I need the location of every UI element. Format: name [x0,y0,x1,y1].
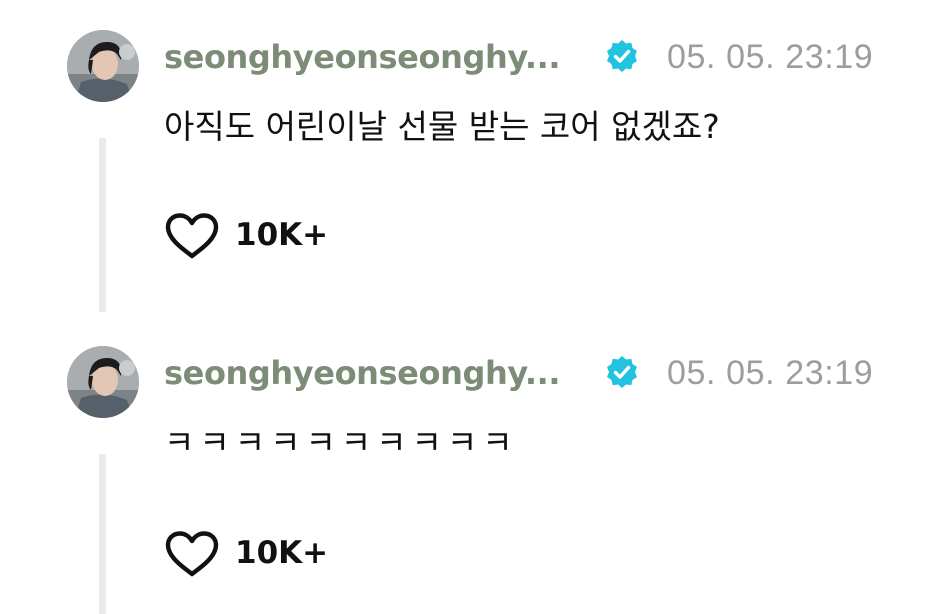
username[interactable]: seonghyeonseonghy... [164,34,561,80]
avatar-photo [67,30,139,102]
comment-text: ㅋㅋㅋㅋㅋㅋㅋㅋㅋㅋ [164,423,518,462]
timestamp: 05. 05. 23:19 [667,354,874,392]
comment-header: seonghyeonseonghy... 05. 05. 23:19 [164,350,924,396]
verified-badge-icon [605,39,639,73]
like-row: 10K+ [164,528,464,578]
avatar-photo [67,346,139,418]
avatar[interactable] [67,30,139,102]
like-count: 10K+ [235,217,329,253]
avatar[interactable] [67,346,139,418]
like-row: 10K+ [164,210,464,260]
thread-line [99,138,106,312]
comment-text: 아직도 어린이날 선물 받는 코어 없겠죠? [164,107,720,146]
thread-line [99,454,106,614]
timestamp: 05. 05. 23:19 [667,38,874,76]
username[interactable]: seonghyeonseonghy... [164,350,561,396]
comment-header: seonghyeonseonghy... 05. 05. 23:19 [164,34,924,80]
heart-outline-icon[interactable] [164,530,220,578]
like-count: 10K+ [235,535,329,571]
verified-badge-icon [605,355,639,389]
heart-outline-icon[interactable] [164,212,220,260]
